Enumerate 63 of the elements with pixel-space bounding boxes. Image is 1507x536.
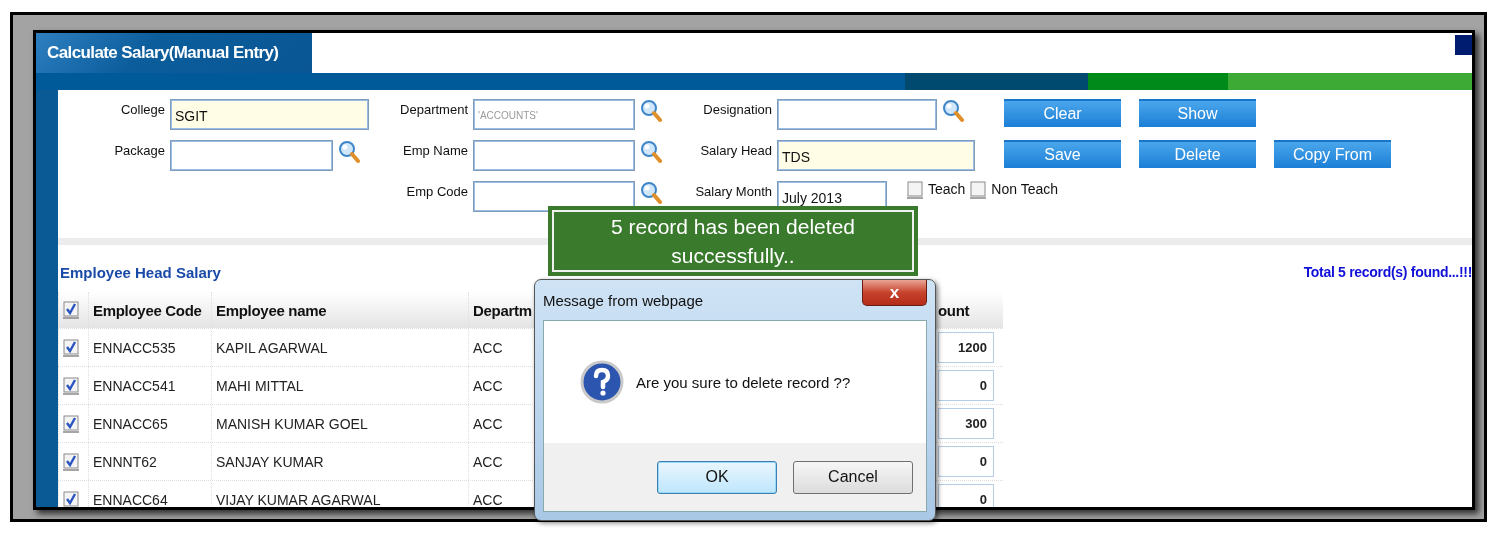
checkbox[interactable]	[970, 181, 987, 199]
table-cell: ENNACC65	[93, 415, 168, 432]
section-title: Employee Head Salary	[60, 263, 221, 281]
search-icon[interactable]	[640, 140, 662, 164]
table-cell: KAPIL AGARWAL	[216, 339, 328, 356]
field-label: Emp Code	[406, 183, 469, 201]
amount-field[interactable]: 0	[938, 370, 994, 401]
corner-block	[1455, 35, 1472, 55]
checkbox[interactable]	[63, 452, 79, 471]
dialog-title: Message from webpage	[543, 292, 704, 309]
checkbox[interactable]	[63, 301, 79, 319]
checkbox-label: Non Teach	[991, 181, 1059, 197]
search-icon[interactable]	[640, 99, 662, 123]
table-cell: ACC	[473, 491, 503, 507]
table-cell: ACC	[473, 339, 503, 356]
table-cell: ENNNT62	[93, 453, 157, 470]
field-label: Salary Head	[700, 142, 773, 160]
close-button[interactable]: x	[862, 280, 927, 306]
checkbox[interactable]	[63, 376, 79, 395]
input-field[interactable]	[777, 99, 937, 130]
table-cell: SANJAY KUMAR	[216, 453, 324, 470]
table-cell: ACC	[473, 453, 503, 470]
amount-field[interactable]: 300	[938, 408, 994, 439]
field-label: Package	[114, 142, 166, 160]
table-cell: VIJAY KUMAR AGARWAL	[216, 491, 381, 507]
search-icon[interactable]	[942, 99, 964, 123]
table-cell: ENNACC535	[93, 339, 176, 356]
table-cell: ENNACC541	[93, 377, 176, 394]
input-field[interactable]: TDS	[777, 140, 975, 171]
input-field[interactable]	[473, 140, 635, 171]
column-header: Employee name	[216, 301, 327, 319]
dialog-button[interactable]: Cancel	[793, 460, 913, 494]
field-label: Department	[400, 101, 469, 119]
column-header: Employee Code	[93, 301, 202, 319]
page-tab[interactable]: Calculate Salary(Manual Entry)	[36, 33, 312, 73]
amount-field[interactable]: 0	[938, 446, 994, 477]
checkbox[interactable]	[907, 181, 923, 199]
table-cell: ACC	[473, 377, 503, 394]
table-cell: MANISH KUMAR GOEL	[216, 415, 368, 432]
record-count: Total 5 record(s) found...!!!	[1303, 264, 1472, 280]
question-icon	[580, 360, 624, 404]
search-icon[interactable]	[338, 140, 360, 164]
field-label: College	[120, 101, 166, 119]
checkbox[interactable]	[63, 338, 79, 357]
table-cell: ENNACC64	[93, 491, 168, 507]
checkbox[interactable]	[63, 414, 79, 433]
dialog-message: Are you sure to delete record ??	[636, 373, 851, 391]
input-field[interactable]	[473, 181, 635, 212]
checkbox[interactable]	[63, 490, 79, 507]
column-header: ount	[938, 301, 970, 319]
dialog-button[interactable]: OK	[657, 460, 777, 494]
checkbox-label: Teach	[928, 181, 966, 197]
input-field[interactable]	[170, 140, 333, 171]
field-label: Emp Name	[402, 142, 469, 160]
field-label: Designation	[703, 101, 773, 119]
column-header: Departm	[473, 301, 532, 319]
field-label: Salary Month	[695, 183, 773, 201]
amount-field[interactable]: 1200	[938, 332, 994, 363]
search-icon[interactable]	[640, 181, 662, 205]
amount-field[interactable]: 0	[938, 484, 994, 507]
table-cell: ACC	[473, 415, 503, 432]
input-field[interactable]: SGIT	[170, 99, 369, 130]
table-cell: MAHI MITTAL	[216, 377, 304, 394]
